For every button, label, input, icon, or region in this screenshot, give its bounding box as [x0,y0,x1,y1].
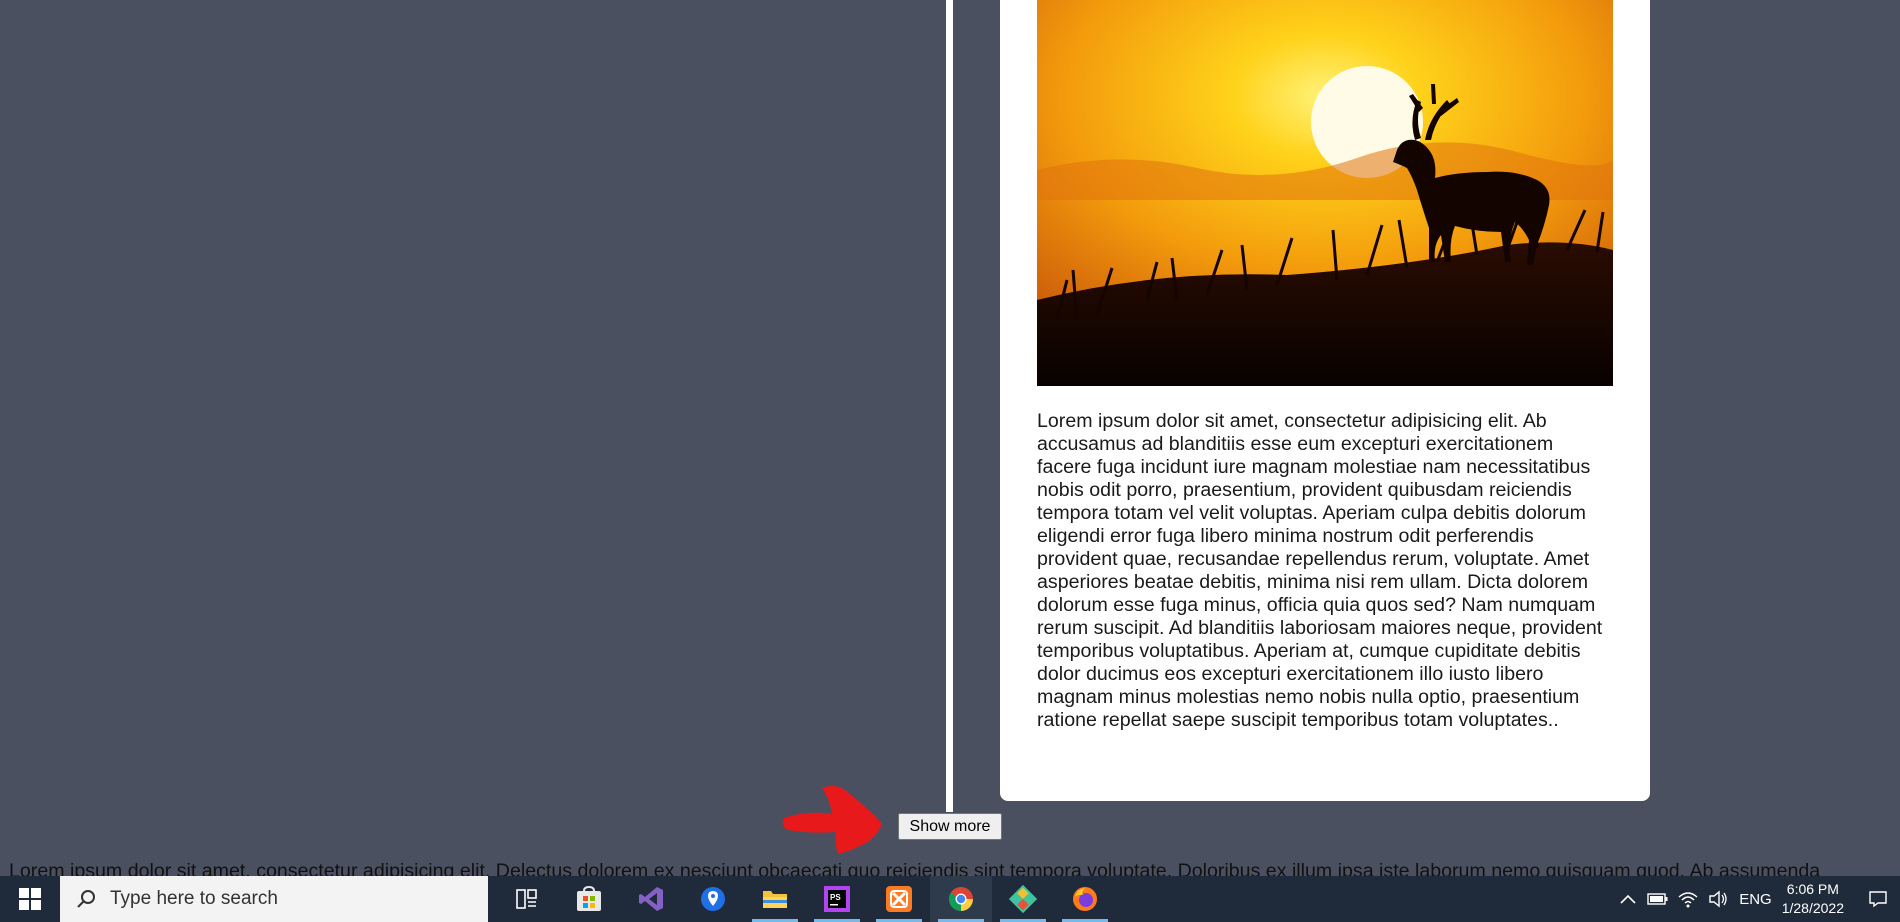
browser-page: Lorem ipsum dolor sit amet, consectetur … [0,0,1900,876]
visual-studio-icon [639,887,663,911]
windows-taskbar: Type here to search PS ENG 6:06 PM 1/28/… [0,876,1900,922]
card-paragraph: Lorem ipsum dolor sit amet, consectetur … [1037,410,1603,731]
clock-time: 6:06 PM [1786,881,1839,897]
clock-date: 1/28/2022 [1781,900,1844,916]
taskbar-app-firefox[interactable] [1054,876,1116,922]
task-view-icon [516,889,537,909]
sunset-deer-image [1037,0,1613,386]
firefox-icon [1073,887,1097,911]
speaker-icon [1709,890,1727,908]
tray-overflow-button[interactable] [1613,894,1643,904]
notification-icon [1869,891,1887,908]
vertical-divider [946,0,953,812]
phpstorm-icon: PS [824,886,850,912]
search-placeholder: Type here to search [110,888,278,909]
windows-logo-icon [19,888,41,910]
microsoft-store-icon [577,885,601,911]
taskbar-app-phpstorm[interactable]: PS [806,876,868,922]
battery-button[interactable] [1643,892,1673,906]
task-view-button[interactable] [496,876,558,922]
battery-icon [1647,893,1668,905]
taskbar-app-visual-studio[interactable] [620,876,682,922]
maps-icon [701,887,725,911]
taskbar-app-file-explorer[interactable] [744,876,806,922]
red-arrow-annotation [782,786,882,854]
taskbar-search-box[interactable]: Type here to search [60,876,488,922]
notifications-button[interactable] [1856,890,1900,908]
git-icon [1009,885,1037,913]
file-explorer-icon [763,891,787,908]
chevron-up-icon [1620,894,1636,904]
taskbar-app-xampp[interactable] [868,876,930,922]
taskbar-app-git[interactable] [992,876,1054,922]
content-card: Lorem ipsum dolor sit amet, consectetur … [1000,0,1650,801]
clock[interactable]: 6:06 PM 1/28/2022 [1782,880,1844,918]
page-bottom-paragraph: Lorem ipsum dolor sit amet, consectetur … [9,860,1821,876]
wifi-icon [1678,892,1698,908]
language-indicator[interactable]: ENG [1739,891,1772,908]
xampp-icon [886,886,912,912]
chrome-icon [948,887,973,912]
taskbar-app-chrome[interactable] [930,876,992,922]
network-button[interactable] [1673,890,1703,908]
system-tray: ENG 6:06 PM 1/28/2022 [1613,876,1900,922]
show-more-button[interactable]: Show more [898,813,1002,840]
start-button[interactable] [0,876,60,922]
search-icon [77,890,95,908]
svg-text:PS: PS [830,893,841,902]
volume-button[interactable] [1703,890,1733,908]
taskbar-app-maps[interactable] [682,876,744,922]
taskbar-app-store[interactable] [558,876,620,922]
